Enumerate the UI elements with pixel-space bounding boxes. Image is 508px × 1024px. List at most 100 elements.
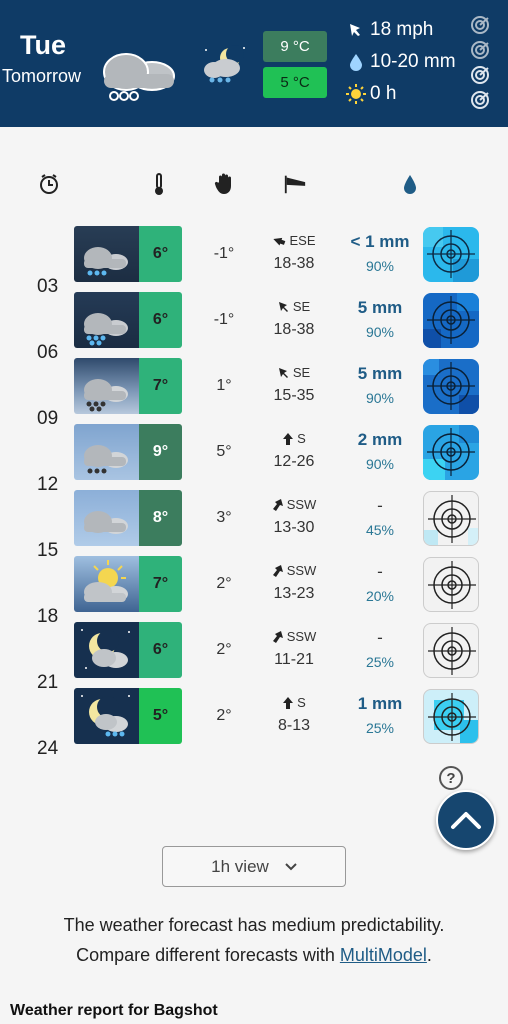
feels-like-cell: 2° [216, 641, 232, 658]
radar-button[interactable] [423, 491, 479, 546]
radar-button[interactable] [423, 623, 479, 678]
precip-value: 10-20 mm [370, 51, 456, 72]
precip-probability: 25% [365, 654, 395, 670]
wind-speed: 11-21 [274, 651, 314, 668]
temperature-cell: 5° [139, 688, 182, 744]
day-relative: Tomorrow [2, 66, 82, 86]
wind-summary: 18 mph [346, 17, 476, 43]
raindrop-icon [346, 53, 366, 71]
overcast-icon [103, 53, 175, 101]
wind-speed: 15-35 [273, 387, 315, 404]
snow-cloud-dusk-icon [74, 226, 140, 282]
wind-arrow-icon [272, 499, 283, 511]
radar-icon [471, 41, 489, 59]
wind-arrow-icon [283, 697, 294, 709]
precip-summary: 10-20 mm [346, 49, 476, 75]
wind-arrow-icon [273, 237, 286, 246]
radar-icon [471, 16, 489, 34]
forecast-row[interactable]: 8° 3° SSW 13-30 - 45% [0, 490, 508, 546]
temp-low: 5 °C [263, 67, 327, 98]
view-select-label: 1h view [211, 856, 269, 876]
predictability-note: The weather forecast has medium predicta… [0, 910, 508, 970]
help-icon[interactable]: ? [439, 766, 463, 790]
wind-speed: 12-26 [273, 453, 315, 470]
thermometer-icon [147, 172, 171, 196]
temperature-cell: 7° [139, 358, 182, 414]
note-line1: The weather forecast has medium predicta… [63, 915, 445, 935]
windsock-icon [283, 172, 307, 196]
temperature-cell: 6° [139, 292, 182, 348]
feels-like-cell: -1° [213, 311, 235, 328]
radar-icon [471, 91, 489, 109]
precip-probability: 90% [365, 258, 395, 274]
precip-probability: 90% [365, 456, 395, 472]
forecast-row[interactable]: 5° 2° S 8-13 1 mm 25% [0, 688, 508, 744]
chevron-up-icon [451, 812, 481, 829]
precip-amount: 5 mm [357, 298, 403, 317]
radar-button[interactable] [423, 293, 479, 348]
snow-cloud-dusk-icon [74, 292, 140, 348]
wind-arrow-icon [283, 433, 294, 445]
scroll-top-button[interactable] [436, 790, 496, 850]
note-line2: Compare different forecasts with MultiMo… [76, 945, 432, 965]
forecast-row[interactable]: 6° -1° SE 18-38 5 mm 90% [0, 292, 508, 348]
radar-icon [471, 66, 489, 84]
wind-speed: 18-38 [273, 321, 315, 338]
precip-probability: 20% [365, 588, 395, 604]
temperature-cell: 8° [139, 490, 182, 546]
wind-speed: 13-23 [273, 585, 315, 602]
precip-amount: < 1 mm [350, 232, 410, 251]
sun-icon [346, 84, 366, 104]
multimodel-link[interactable]: MultiModel [340, 945, 427, 965]
forecast-row[interactable]: 9° 5° S 12-26 2 mm 90% [0, 424, 508, 480]
precip-probability: 25% [365, 720, 395, 736]
precip-amount: 5 mm [357, 364, 403, 383]
precip-amount: - [377, 562, 383, 581]
moon-cloud-icon [74, 622, 140, 678]
wind-direction: ESE [248, 233, 340, 248]
wind-speed: 8-13 [277, 717, 311, 734]
precip-amount: - [377, 496, 383, 515]
wind-direction: SE [248, 365, 340, 380]
wind-direction: SSW [248, 563, 340, 578]
wind-direction: SE [248, 299, 340, 314]
cloud-day-icon [74, 490, 140, 546]
wind-arrow-icon [278, 302, 288, 312]
sun-cloud-dusk-icon [74, 556, 140, 612]
forecast-row[interactable]: 7° 1° SE 15-35 5 mm 90% [0, 358, 508, 414]
night-snow-icon [204, 45, 245, 83]
temperature-cell: 7° [139, 556, 182, 612]
precip-amount: 2 mm [357, 430, 403, 449]
precip-amount: 1 mm [357, 694, 403, 713]
snow-cloud-dawn-icon [74, 358, 140, 414]
feels-like-cell: -1° [213, 245, 235, 262]
radar-button[interactable] [423, 557, 479, 612]
moon-snow-cloud-icon [74, 688, 140, 744]
precip-probability: 45% [365, 522, 395, 538]
wind-arrow-icon [272, 631, 283, 643]
feels-like-cell: 2° [216, 575, 232, 592]
feels-like-cell: 3° [216, 509, 232, 526]
radar-button[interactable] [423, 359, 479, 414]
wind-direction: S [248, 431, 340, 446]
radar-button[interactable] [423, 227, 479, 282]
forecast-row[interactable]: 7° 2° SSW 13-23 - 20% [0, 556, 508, 612]
view-select[interactable]: 1h view [162, 846, 346, 887]
radar-button[interactable] [423, 425, 479, 480]
sun-summary: 0 h [346, 81, 476, 107]
wind-direction: SSW [248, 629, 340, 644]
precip-probability: 90% [365, 324, 395, 340]
wind-arrow-icon [346, 22, 366, 38]
day-header: Tue Tomorrow 9 °C 5 °C 18 mph 10-20 mm 0… [0, 0, 508, 127]
feels-like-cell: 5° [216, 443, 232, 460]
wind-arrow-icon [272, 565, 283, 577]
radar-button[interactable] [423, 689, 479, 744]
sun-value: 0 h [370, 83, 397, 104]
hand-icon [213, 172, 237, 196]
forecast-row[interactable]: 6° -1° ESE 18-38 < 1 mm 90% [0, 226, 508, 282]
wind-direction: SSW [248, 497, 340, 512]
forecast-row[interactable]: 6° 2° SSW 11-21 - 25% [0, 622, 508, 678]
precip-amount: - [377, 628, 383, 647]
wind-value: 18 mph [370, 19, 434, 40]
day-name: Tue [20, 30, 66, 60]
